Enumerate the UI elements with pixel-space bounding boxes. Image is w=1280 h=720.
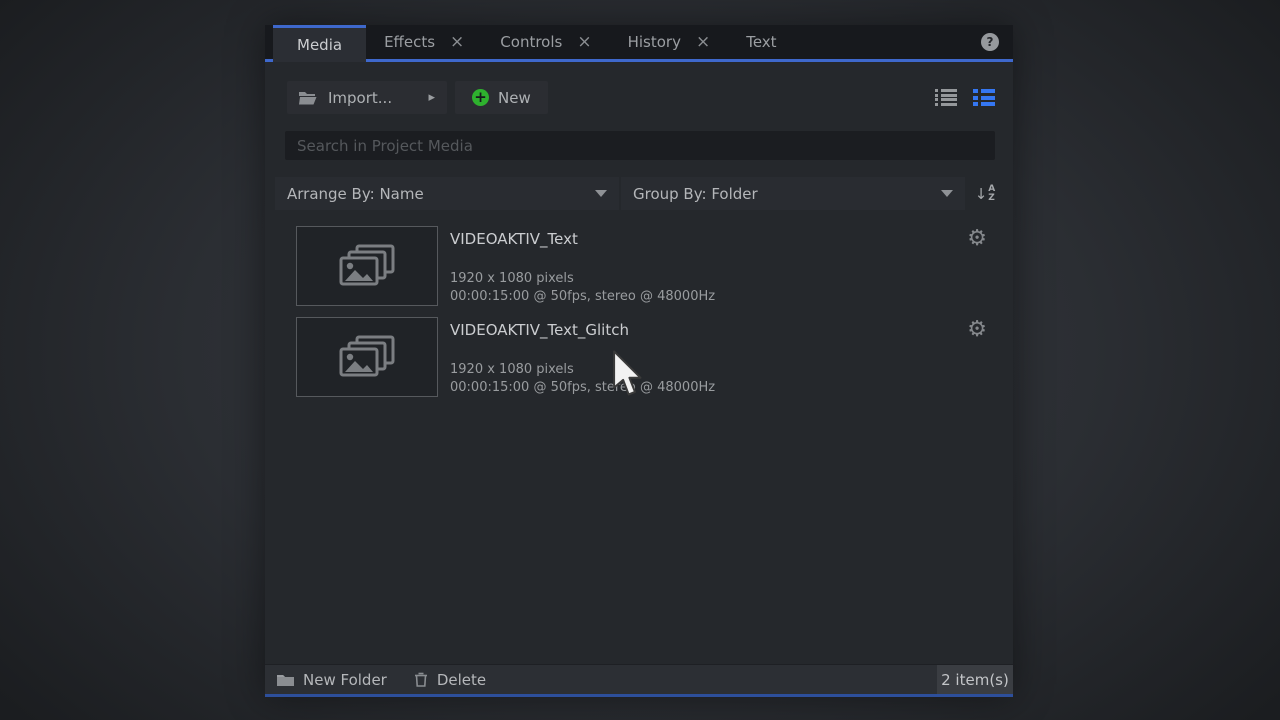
tab-controls[interactable]: Controls × bbox=[482, 25, 609, 59]
close-icon[interactable]: × bbox=[696, 34, 710, 51]
help-icon[interactable]: ? bbox=[981, 33, 999, 51]
tab-effects[interactable]: Effects × bbox=[366, 25, 482, 59]
group-by-dropdown[interactable]: Group By: Folder bbox=[621, 177, 965, 210]
close-icon[interactable]: × bbox=[450, 34, 464, 51]
new-folder-label: New Folder bbox=[303, 671, 387, 689]
chevron-down-icon bbox=[941, 190, 953, 197]
tab-text-label: Text bbox=[746, 33, 776, 51]
media-item-name: VIDEOAKTIV_Text bbox=[450, 230, 967, 248]
delete-button[interactable]: Delete bbox=[414, 671, 486, 689]
panel-tab-bar: Media Effects × Controls × History × Tex… bbox=[265, 25, 1013, 62]
trash-icon bbox=[414, 672, 428, 687]
arrange-by-dropdown[interactable]: Arrange By: Name bbox=[275, 177, 619, 210]
media-thumbnail[interactable] bbox=[296, 226, 438, 306]
stacked-images-icon bbox=[338, 244, 396, 288]
new-button[interactable]: + New bbox=[455, 81, 548, 114]
tab-controls-label: Controls bbox=[500, 33, 562, 51]
app-background: Media Effects × Controls × History × Tex… bbox=[0, 0, 1280, 720]
media-toolbar: Import... ▸ + New bbox=[265, 62, 1013, 114]
media-item-resolution: 1920 x 1080 pixels bbox=[450, 270, 967, 288]
new-folder-button[interactable]: New Folder bbox=[277, 671, 387, 689]
delete-label: Delete bbox=[437, 671, 486, 689]
media-item-info: VIDEOAKTIV_Text_Glitch 1920 x 1080 pixel… bbox=[450, 317, 967, 397]
folder-open-icon bbox=[299, 91, 317, 105]
sort-az-button[interactable]: ↓ A Z bbox=[967, 177, 1003, 210]
media-thumbnail[interactable] bbox=[296, 317, 438, 397]
media-item[interactable]: VIDEOAKTIV_Text 1920 x 1080 pixels 00:00… bbox=[296, 217, 995, 308]
group-by-label: Group By: Folder bbox=[633, 185, 758, 203]
chevron-down-icon bbox=[595, 190, 607, 197]
media-list: VIDEOAKTIV_Text 1920 x 1080 pixels 00:00… bbox=[265, 210, 1013, 664]
gear-icon[interactable]: ⚙ bbox=[967, 228, 987, 250]
new-button-label: New bbox=[498, 89, 531, 107]
media-item-name: VIDEOAKTIV_Text_Glitch bbox=[450, 321, 967, 339]
filter-bar: Arrange By: Name Group By: Folder ↓ A Z bbox=[275, 177, 1003, 210]
media-item-resolution: 1920 x 1080 pixels bbox=[450, 361, 967, 379]
panel-accent-line bbox=[265, 694, 1013, 697]
sort-az-icon: A Z bbox=[988, 185, 995, 203]
chevron-right-icon[interactable]: ▸ bbox=[428, 90, 435, 105]
stacked-images-icon bbox=[338, 335, 396, 379]
import-button[interactable]: Import... ▸ bbox=[287, 81, 447, 114]
media-item-meta: 1920 x 1080 pixels 00:00:15:00 @ 50fps, … bbox=[450, 270, 967, 306]
list-view-icon[interactable] bbox=[935, 89, 957, 106]
media-item[interactable]: VIDEOAKTIV_Text_Glitch 1920 x 1080 pixel… bbox=[296, 308, 995, 399]
mouse-cursor bbox=[611, 350, 645, 404]
media-item-details: 00:00:15:00 @ 50fps, stereo @ 48000Hz bbox=[450, 288, 967, 306]
arrange-by-label: Arrange By: Name bbox=[287, 185, 424, 203]
tab-history-label: History bbox=[628, 33, 681, 51]
folder-icon bbox=[277, 673, 294, 687]
gear-icon[interactable]: ⚙ bbox=[967, 319, 987, 341]
item-count-badge: 2 item(s) bbox=[937, 665, 1013, 694]
tab-media-label: Media bbox=[297, 36, 342, 54]
close-icon[interactable]: × bbox=[577, 34, 591, 51]
sort-arrow-icon: ↓ bbox=[975, 185, 988, 203]
search-row bbox=[265, 114, 1013, 160]
media-item-info: VIDEOAKTIV_Text 1920 x 1080 pixels 00:00… bbox=[450, 226, 967, 306]
plus-circle-icon: + bbox=[472, 89, 489, 106]
tab-history[interactable]: History × bbox=[610, 25, 729, 59]
media-item-meta: 1920 x 1080 pixels 00:00:15:00 @ 50fps, … bbox=[450, 361, 967, 397]
tab-effects-label: Effects bbox=[384, 33, 435, 51]
import-button-label: Import... bbox=[328, 89, 392, 107]
tab-text[interactable]: Text bbox=[728, 25, 794, 59]
media-item-details: 00:00:15:00 @ 50fps, stereo @ 48000Hz bbox=[450, 379, 967, 397]
search-input[interactable] bbox=[285, 131, 995, 160]
status-bar: New Folder Delete 2 item(s) bbox=[265, 664, 1013, 694]
tab-media[interactable]: Media bbox=[273, 25, 366, 62]
view-toggle-group bbox=[935, 89, 995, 106]
detail-view-icon[interactable] bbox=[973, 89, 995, 106]
